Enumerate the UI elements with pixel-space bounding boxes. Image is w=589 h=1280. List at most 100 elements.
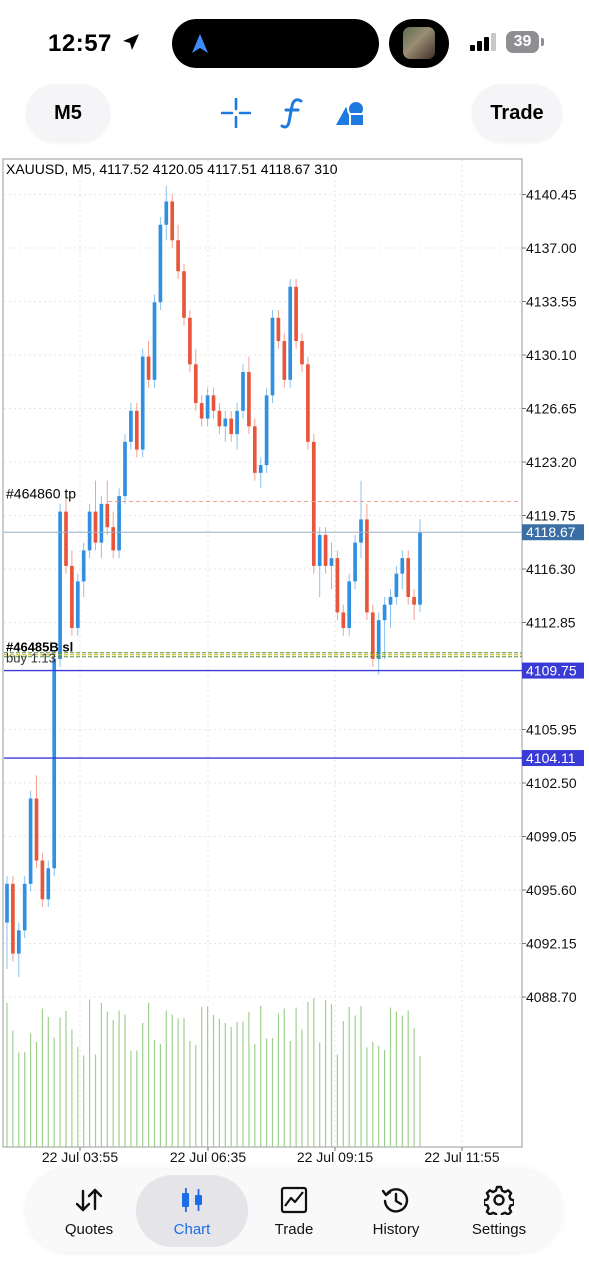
candle-body xyxy=(75,581,80,628)
tab-history-label: History xyxy=(372,1220,420,1238)
candle-body xyxy=(164,201,169,225)
candle-body xyxy=(58,511,62,659)
location-arrow-icon xyxy=(123,34,140,50)
candle-body xyxy=(335,558,340,613)
candle-body xyxy=(146,356,151,380)
candle-body xyxy=(270,317,275,396)
candle-body xyxy=(329,558,334,566)
tab-quotes[interactable]: Quotes xyxy=(45,1170,133,1252)
tab-settings-label: Settings xyxy=(471,1220,527,1238)
battery-nub xyxy=(541,38,544,46)
indicators-button[interactable] xyxy=(276,96,310,130)
candle-body xyxy=(117,496,121,551)
candle-body xyxy=(158,224,163,303)
candle-body xyxy=(223,418,228,427)
candle-body xyxy=(276,317,281,342)
candles-icon xyxy=(182,1187,202,1212)
candle-body xyxy=(52,658,57,869)
objects-button[interactable] xyxy=(334,96,368,130)
candle-body xyxy=(205,395,210,419)
status-bar: 12:57 39 xyxy=(0,0,589,88)
time-label: 22 Jul 03:55 xyxy=(42,1149,118,1165)
candle-body xyxy=(40,860,45,900)
trade-button[interactable]: Trade xyxy=(472,84,562,142)
settings-gear-icon xyxy=(484,1185,514,1215)
candle-body xyxy=(247,372,251,427)
price-label: 4095.60 xyxy=(526,882,577,898)
candle-body xyxy=(388,596,393,605)
candle-body xyxy=(134,410,139,450)
candle-body xyxy=(370,612,375,659)
candle-body xyxy=(152,302,157,380)
candle-body xyxy=(123,441,127,497)
candle-body xyxy=(34,798,39,861)
candle-body xyxy=(300,341,304,365)
candle-body xyxy=(412,596,416,605)
navigation-arrow-icon xyxy=(192,34,208,53)
battery-indicator: 39 xyxy=(506,31,539,53)
price-axis: 4140.45 4137.00 4133.55 4130.10 4126.65 4123.… xyxy=(522,187,577,1005)
candle-body xyxy=(258,465,263,473)
time-label: 22 Jul 11:55 xyxy=(424,1149,499,1165)
candle-body xyxy=(288,286,293,380)
time-label: 22 Jul 09:15 xyxy=(297,1149,373,1165)
candle-body xyxy=(99,503,104,543)
current-price-label: 4118.67 xyxy=(526,524,576,540)
price-label: 4133.55 xyxy=(526,294,577,310)
chart-symbol-header: XAUUSD, M5, 4117.52 4120.05 4117.51 4118… xyxy=(6,161,338,177)
candle-body xyxy=(176,240,180,272)
cellular-signal-icon xyxy=(470,33,496,51)
tab-history[interactable]: History xyxy=(355,1170,437,1252)
tab-trade[interactable]: Trade xyxy=(255,1170,333,1252)
candle-body xyxy=(182,271,186,318)
candle-body xyxy=(140,356,145,450)
shapes-icon xyxy=(336,100,365,127)
price-label: 4105.95 xyxy=(526,722,577,738)
candle-body xyxy=(193,364,198,404)
candle-body xyxy=(235,410,239,435)
candle-body xyxy=(365,519,369,613)
price-label: 4119.75 xyxy=(526,508,576,524)
candle-body xyxy=(353,542,357,582)
bottom-tab-bar: Quotes Chart Trade History Settings xyxy=(27,1170,561,1252)
dynamic-island[interactable] xyxy=(172,19,379,68)
crosshair-icon xyxy=(221,98,251,128)
candle-body xyxy=(252,426,257,473)
candle-body xyxy=(87,511,92,551)
candle-body xyxy=(22,883,27,931)
candle-body xyxy=(264,395,269,466)
candle-body xyxy=(16,930,21,954)
candle-body xyxy=(11,883,15,954)
candle-body xyxy=(28,798,33,884)
candle-body xyxy=(105,503,110,528)
price-label: 4137.00 xyxy=(526,240,577,256)
price-label: 4116.30 xyxy=(526,561,576,577)
price-label: 4092.15 xyxy=(526,936,577,952)
status-time-text: 12:57 xyxy=(48,30,112,57)
candle-body xyxy=(306,364,310,442)
candle-body xyxy=(81,550,86,582)
price-chart[interactable]: #464860 tp 4118.67 #46485B sl buy 1.13 4109.… xyxy=(0,156,589,1170)
tab-settings[interactable]: Settings xyxy=(455,1170,543,1252)
time-axis: 22 Jul 03:55 22 Jul 06:35 22 Jul 09:15 22 J… xyxy=(42,1147,500,1165)
now-playing-island[interactable] xyxy=(389,19,449,68)
candle-body xyxy=(46,868,51,900)
take-profit-label: #464860 tp xyxy=(6,486,76,502)
tab-chart[interactable]: Chart xyxy=(136,1175,248,1247)
candle-body xyxy=(323,534,328,566)
history-clock-icon xyxy=(381,1187,409,1213)
quotes-arrows-icon xyxy=(75,1188,103,1211)
chart-canvas[interactable]: #464860 tp4118.67#46485B slbuy 1.134109.… xyxy=(0,156,589,1170)
price-label: 4130.10 xyxy=(526,347,577,363)
candle-body xyxy=(394,573,399,597)
crosshair-button[interactable] xyxy=(219,96,253,130)
timeframe-button[interactable]: M5 xyxy=(26,84,110,142)
candle-body xyxy=(170,201,175,241)
time-label: 22 Jul 06:35 xyxy=(170,1149,246,1165)
candle-body xyxy=(400,558,405,574)
candle-body xyxy=(282,341,287,380)
candle-body xyxy=(241,372,245,411)
level-1-label: 4109.75 xyxy=(526,663,577,679)
candle-body xyxy=(188,317,192,365)
candle-body xyxy=(311,441,316,566)
